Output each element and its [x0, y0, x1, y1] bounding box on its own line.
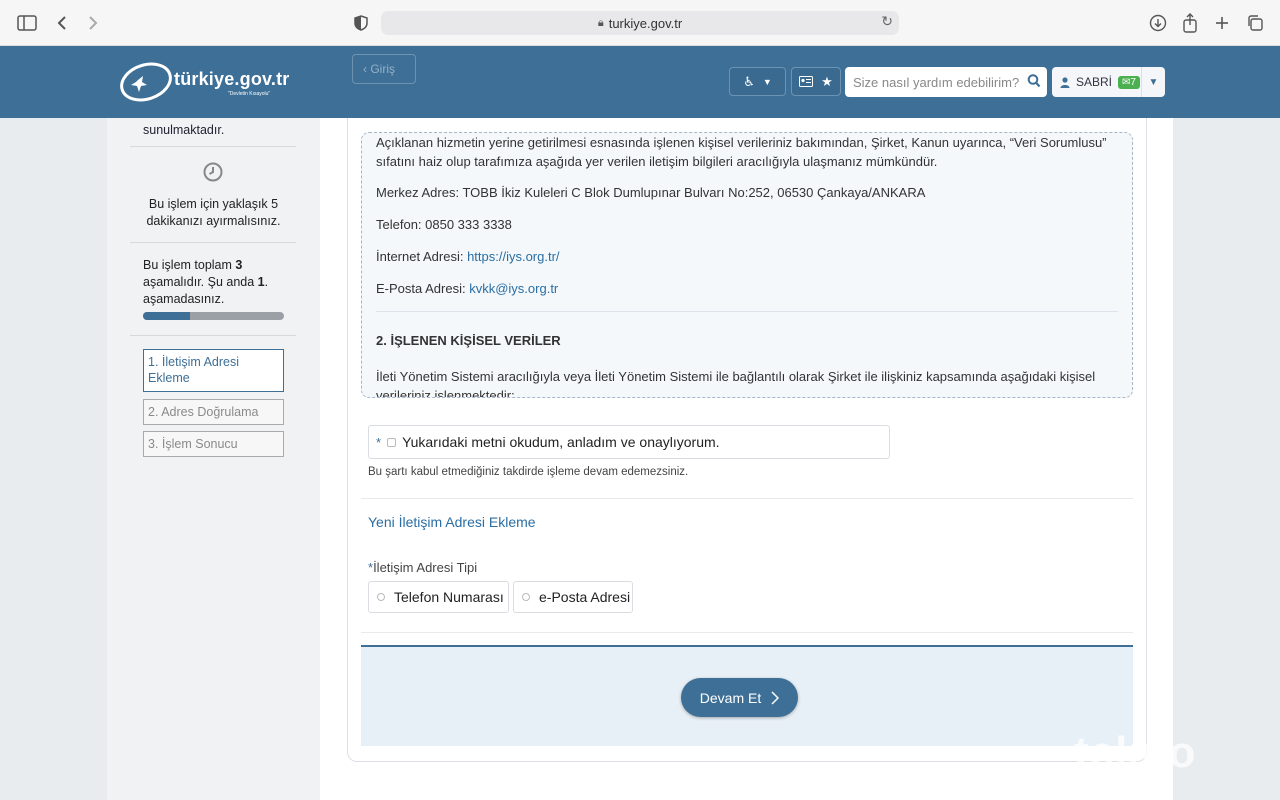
- phone-option-label: Telefon Numarası: [394, 589, 504, 605]
- internet-label: İnternet Adresi:: [376, 249, 468, 264]
- search-box: [845, 67, 1047, 97]
- accessibility-icon: ♿︎: [743, 73, 755, 89]
- share-icon[interactable]: [1177, 10, 1203, 36]
- address-type-label: *İletişim Adresi Tipi: [368, 560, 477, 575]
- watermark: tekno blog: [1074, 728, 1197, 800]
- stage-current: 1: [257, 275, 265, 289]
- step-result: 3. İşlem Sonucu: [143, 431, 284, 457]
- email-link[interactable]: kvkk@iys.org.tr: [469, 281, 558, 296]
- search-input[interactable]: [845, 67, 1021, 97]
- legal-internet: İnternet Adresi: https://iys.org.tr/: [376, 247, 1110, 266]
- radio-icon: [377, 593, 385, 601]
- browser-toolbar: 🔒︎ turkiye.gov.tr ↻: [0, 0, 1280, 46]
- logo-emblem-icon: [120, 62, 172, 102]
- shield-icon[interactable]: [348, 10, 374, 36]
- consent-checkbox-row[interactable]: * Yukarıdaki metni okudum, anladım ve on…: [368, 425, 890, 459]
- clock-icon: [203, 162, 223, 182]
- new-address-section-title: Yeni İletişim Adresi Ekleme: [368, 514, 536, 530]
- sidebar-divider: [130, 242, 296, 243]
- service-provider-text: sunulmaktadır.: [143, 123, 225, 137]
- step-address-verification: 2. Adres Doğrulama: [143, 399, 284, 425]
- progress-fill: [143, 312, 190, 320]
- back-icon[interactable]: [49, 10, 75, 36]
- required-mark: *: [376, 434, 382, 450]
- site-header: ‹ Giriş türkiye.gov.tr "Devletin Kısayol…: [0, 46, 1280, 118]
- legal-phone: Telefon: 0850 333 3338: [376, 217, 512, 232]
- forward-icon[interactable]: [80, 10, 106, 36]
- consent-note: Bu şartı kabul etmediğiniz takdirde işle…: [368, 466, 689, 478]
- kvkk-text-box[interactable]: Açıklanan hizmetin yerine getirilmesi es…: [361, 132, 1133, 398]
- time-estimate-text: Bu işlem için yaklaşık 5 dakikanızı ayır…: [146, 197, 281, 228]
- address-bar[interactable]: 🔒︎ turkiye.gov.tr ↻: [381, 11, 899, 35]
- reload-icon[interactable]: ↻: [881, 13, 893, 30]
- new-tab-icon[interactable]: [1209, 10, 1235, 36]
- ghost-login-label: Giriş: [370, 62, 396, 76]
- internet-link[interactable]: https://iys.org.tr/: [467, 249, 559, 264]
- continue-button[interactable]: Devam Et: [681, 678, 798, 717]
- logo-text: türkiye.gov.tr: [174, 69, 290, 89]
- radio-icon: [522, 593, 530, 601]
- star-icon: ★: [821, 73, 833, 89]
- legal-section-text: İleti Yönetim Sistemi aracılığıyla veya …: [376, 369, 1096, 398]
- download-icon[interactable]: [1145, 10, 1171, 36]
- ghost-login-button: ‹ Giriş: [352, 54, 416, 84]
- sidebar-divider: [130, 146, 296, 147]
- stage-total: 3: [235, 258, 243, 272]
- section-divider: [361, 498, 1133, 499]
- edevlet-card-button[interactable]: ★: [791, 67, 841, 96]
- email-address-option[interactable]: e-Posta Adresi: [513, 581, 633, 613]
- legal-section-heading: 2. İŞLENEN KİŞİSEL VERİLER: [376, 333, 561, 348]
- tabs-overview-icon[interactable]: [1242, 10, 1268, 36]
- legal-divider: [376, 311, 1118, 312]
- stage-progress-bar: [143, 312, 284, 320]
- chevron-down-icon: ▼: [762, 76, 772, 87]
- address-type-label-text: İletişim Adresi Tipi: [373, 560, 478, 575]
- step-contact-address[interactable]: 1. İletişim Adresi Ekleme: [143, 349, 284, 392]
- phone-number-option[interactable]: Telefon Numarası: [368, 581, 509, 613]
- stage-text-part: Bu işlem toplam: [143, 258, 236, 272]
- section-divider: [361, 632, 1133, 633]
- id-card-icon: [799, 76, 814, 87]
- message-count: 7: [1130, 76, 1136, 88]
- legal-address: Merkez Adres: TOBB İkiz Kuleleri C Blok …: [376, 185, 926, 200]
- user-name: SABRİ: [1076, 75, 1113, 89]
- url-text: turkiye.gov.tr: [608, 15, 683, 31]
- sidebar-divider: [130, 335, 296, 336]
- search-icon[interactable]: [1027, 73, 1041, 89]
- consent-label: Yukarıdaki metni okudum, anladım ve onay…: [402, 434, 720, 450]
- stage-info-text: Bu işlem toplam 3 aşamalıdır. Şu anda 1.…: [143, 257, 288, 308]
- stage-text-part: aşamalıdır. Şu anda: [143, 275, 258, 289]
- consent-checkbox[interactable]: [387, 437, 397, 447]
- continue-label: Devam Et: [699, 689, 762, 706]
- lock-icon: 🔒︎: [597, 16, 604, 29]
- sidebar-toggle-icon[interactable]: [14, 10, 40, 36]
- user-icon: [1060, 76, 1070, 88]
- chevron-right-icon: [771, 690, 780, 705]
- accessibility-button[interactable]: ♿︎ ▼: [729, 67, 786, 96]
- message-badge[interactable]: ✉︎7: [1118, 75, 1140, 89]
- legal-email: E-Posta Adresi: kvkk@iys.org.tr: [376, 279, 1110, 298]
- left-sidebar: sunulmaktadır. Bu işlem için yaklaşık 5 …: [107, 118, 320, 800]
- logo-subtext: "Devletin Kısayolu": [228, 91, 271, 97]
- site-logo[interactable]: türkiye.gov.tr "Devletin Kısayolu": [118, 58, 308, 106]
- email-option-label: e-Posta Adresi: [539, 589, 631, 605]
- legal-intro: Açıklanan hizmetin yerine getirilmesi es…: [376, 135, 1107, 169]
- user-menu-button[interactable]: SABRİ ✉︎7 ▼: [1052, 67, 1165, 97]
- email-label: E-Posta Adresi:: [376, 281, 470, 296]
- user-menu-chevron-icon[interactable]: ▼: [1141, 67, 1165, 97]
